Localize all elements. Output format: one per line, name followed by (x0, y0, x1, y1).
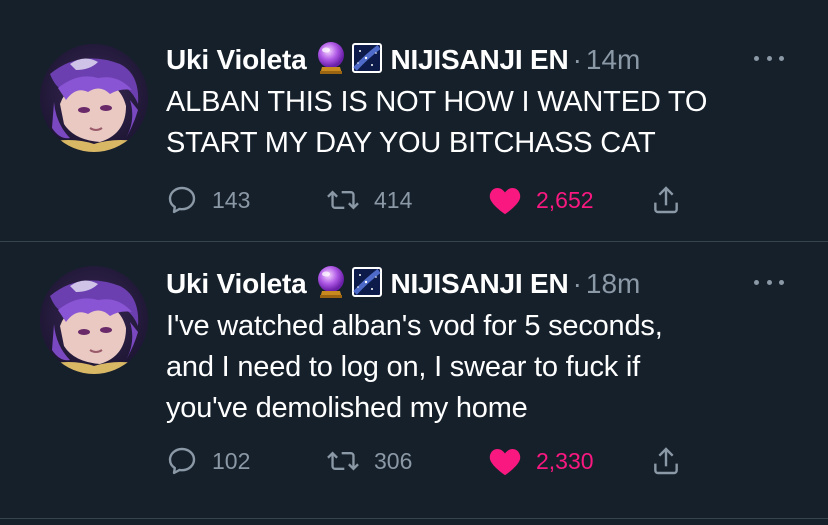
share-icon (654, 186, 678, 214)
author-name[interactable]: Uki Violeta (166, 268, 307, 300)
affiliation-label[interactable]: NIJISANJI EN (390, 44, 568, 76)
heart-icon (489, 187, 521, 215)
avatar-image (40, 266, 148, 374)
retweet-count: 306 (374, 447, 413, 474)
share-button[interactable] (650, 180, 696, 220)
timestamp[interactable]: 18m (586, 268, 640, 300)
tweet[interactable]: Uki Violeta (0, 0, 828, 242)
share-button[interactable] (650, 441, 696, 481)
more-dots-icon[interactable] (754, 272, 784, 292)
night-sky-badge-icon (352, 42, 383, 78)
separator-dot: · (572, 44, 582, 75)
like-button[interactable]: 2,330 (488, 441, 594, 481)
night-sky-badge-icon (352, 266, 383, 302)
tweet-text: ALBAN THIS IS NOT HOW I WANTED TO START … (166, 86, 708, 159)
reply-bubble-icon (168, 186, 196, 214)
tweet[interactable]: Uki Violeta (0, 242, 828, 519)
reply-count: 143 (212, 186, 251, 213)
tweet-actions: 143 414 2,652 (166, 180, 706, 220)
heart-icon (489, 448, 521, 476)
affiliation-label[interactable]: NIJISANJI EN (390, 268, 568, 300)
more-dots-icon[interactable] (754, 48, 784, 68)
crystal-ball-icon (316, 265, 346, 304)
tweet-header: Uki Violeta (166, 40, 640, 80)
reply-bubble-icon (168, 447, 196, 475)
avatar-image (40, 44, 148, 152)
reply-button[interactable]: 102 (166, 441, 250, 481)
timestamp[interactable]: 14m (586, 44, 640, 76)
like-button[interactable]: 2,652 (488, 180, 594, 220)
retweet-count: 414 (374, 186, 413, 213)
like-count: 2,652 (536, 186, 594, 213)
retweet-button[interactable]: 414 (326, 180, 412, 220)
retweet-icon (327, 190, 359, 210)
retweet-button[interactable]: 306 (326, 441, 412, 481)
crystal-ball-icon (316, 41, 346, 80)
avatar[interactable] (40, 266, 148, 374)
reply-button[interactable]: 143 (166, 180, 250, 220)
share-icon (654, 447, 678, 475)
tweet-text: I've watched alban's vod for 5 seconds, … (166, 310, 663, 424)
like-count: 2,330 (536, 447, 594, 474)
retweet-icon (327, 451, 359, 471)
tweet-header: Uki Violeta (166, 264, 640, 304)
reply-count: 102 (212, 447, 251, 474)
avatar[interactable] (40, 44, 148, 152)
tweet-actions: 102 306 2,330 (166, 441, 706, 481)
author-name[interactable]: Uki Violeta (166, 44, 307, 76)
separator-dot: · (572, 268, 582, 299)
